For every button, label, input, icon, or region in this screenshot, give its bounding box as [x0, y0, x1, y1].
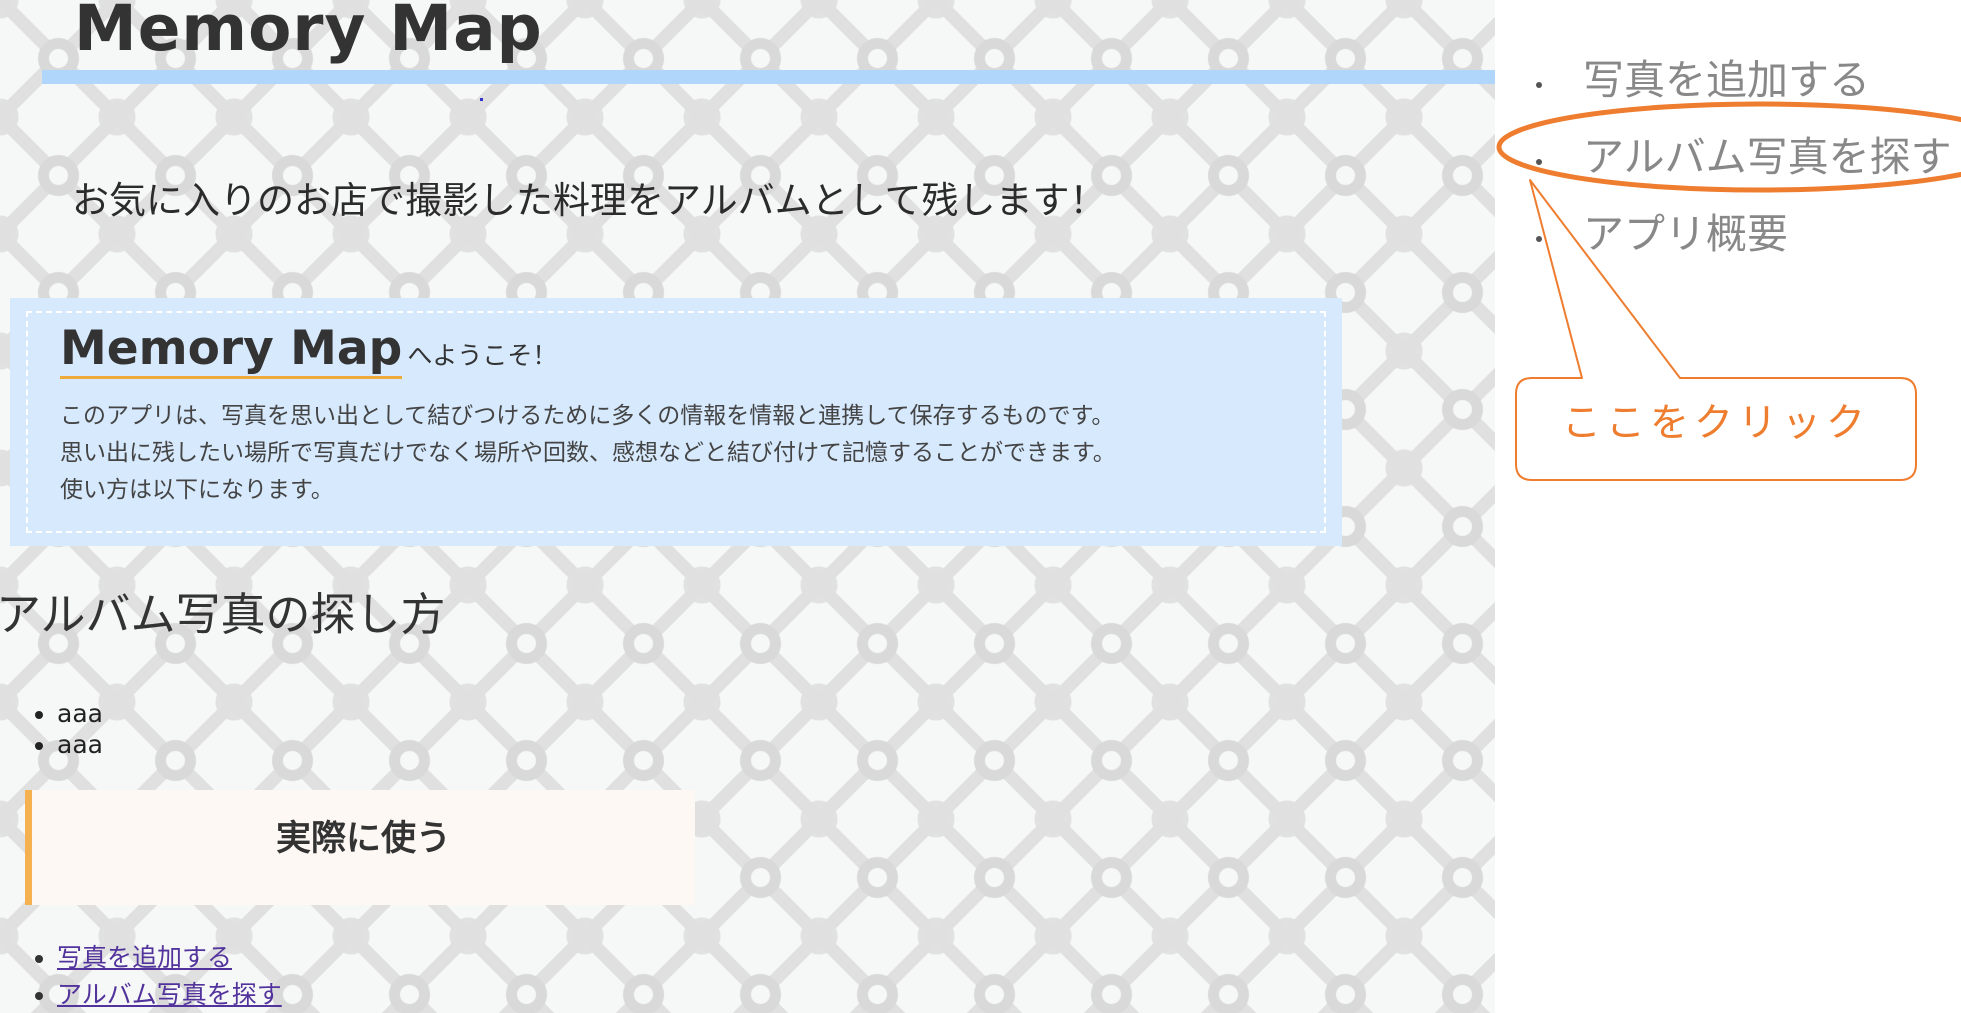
- search-album-link[interactable]: アルバム写真を探す: [57, 980, 282, 1009]
- add-photo-link[interactable]: 写真を追加する: [57, 943, 232, 972]
- welcome-brand: Memory Map: [60, 321, 403, 379]
- section-heading: アルバム写真の探し方: [0, 588, 446, 641]
- welcome-suffix: へようこそ！: [407, 341, 558, 370]
- welcome-line: 思い出に残したい場所で写真だけでなく場所や回数、感想などと結び付けて記憶すること…: [60, 440, 1116, 466]
- nav-item-add-photo[interactable]: 写真を追加する: [1528, 42, 1952, 119]
- welcome-box: Memory Map へようこそ！ このアプリは、写真を思い出として結びつけるた…: [10, 298, 1342, 546]
- nav-item-app-overview[interactable]: アプリ概要: [1528, 196, 1952, 273]
- title-underline-bar: [42, 70, 1495, 84]
- welcome-inner-frame: Memory Map へようこそ！ このアプリは、写真を思い出として結びつけるた…: [26, 311, 1326, 533]
- nav-item-search-album[interactable]: アルバム写真を探す: [1528, 119, 1952, 196]
- welcome-line: このアプリは、写真を思い出として結びつけるために多くの情報を情報と連携して保存す…: [60, 403, 1115, 429]
- side-nav: 写真を追加する アルバム写真を探す アプリ概要: [1528, 42, 1952, 273]
- link-item: 写真を追加する: [57, 939, 282, 976]
- welcome-description: このアプリは、写真を思い出として結びつけるために多くの情報を情報と連携して保存す…: [60, 398, 1116, 509]
- section-list: aaa aaa: [10, 698, 103, 760]
- link-item: アルバム写真を探す: [57, 976, 282, 1013]
- usage-links: 写真を追加する アルバム写真を探す: [10, 939, 282, 1013]
- callout-label: ここをクリック: [1561, 401, 1870, 446]
- list-item: aaa: [57, 729, 103, 760]
- decorative-dot: [480, 98, 483, 101]
- app-title: Memory Map: [74, 0, 543, 65]
- list-item: aaa: [57, 698, 103, 729]
- use-box: 実際に使う: [25, 790, 695, 905]
- welcome-line: 使い方は以下になります。: [60, 477, 334, 503]
- welcome-heading: Memory Map へようこそ！: [60, 321, 558, 379]
- use-box-title: 実際に使う: [275, 819, 451, 859]
- tagline: お気に入りのお店で撮影した料理をアルバムとして残します！: [72, 179, 1107, 222]
- main-content: Memory Map お気に入りのお店で撮影した料理をアルバムとして残します！ …: [0, 0, 1495, 1013]
